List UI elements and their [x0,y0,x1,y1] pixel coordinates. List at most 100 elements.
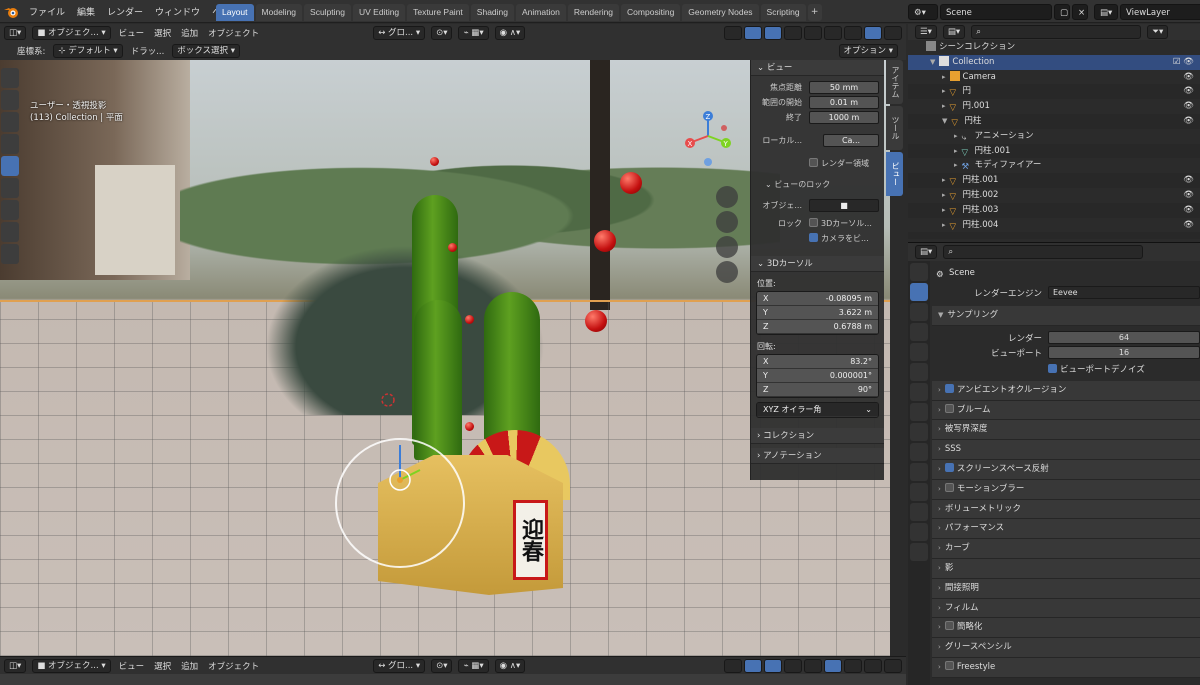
lower-menu-object[interactable]: オブジェクト [203,660,264,672]
lower-xray-icon[interactable] [784,658,802,673]
snap-dropdown[interactable]: ⌁ ▦▾ [458,26,489,40]
ao-checkbox[interactable] [944,383,954,393]
collection-tab-icon[interactable] [910,383,928,401]
indirect-lighting-panel-header[interactable]: › 間接照明 [932,578,1200,599]
viewlayer-type-icon[interactable]: ▤▾ [1094,3,1118,20]
sss-panel-header[interactable]: › SSS [932,440,1200,460]
render-engine-dropdown[interactable]: Eevee [1048,286,1200,299]
tab-modeling[interactable]: Modeling [255,4,303,21]
outliner-editor-type[interactable]: ☰▾ [915,25,937,39]
film-panel-header[interactable]: › フィルム [932,598,1200,619]
shading-solid-icon[interactable] [824,26,842,40]
material-tab-icon[interactable] [910,523,928,541]
eye-icon[interactable]: 👁 [1183,203,1194,218]
freestyle-panel-header[interactable]: › Freestyle [932,657,1200,678]
render-tab-icon[interactable] [910,283,928,301]
rotation-mode-dropdown[interactable]: XYZ オイラー角 ⌄ [756,402,879,418]
pivot-dropdown[interactable]: ⊙▾ [431,26,453,40]
xray-icon[interactable] [784,26,802,40]
collection-section-header[interactable]: › コレクション [751,428,884,444]
performance-panel-header[interactable]: › パフォーマンス [932,519,1200,540]
zoom-icon[interactable] [716,186,738,208]
motion-blur-panel-header[interactable]: › モーションブラー [932,479,1200,500]
rotate-tool-icon[interactable] [1,134,19,154]
lock-camera-checkbox[interactable] [809,233,818,242]
outliner-row[interactable]: ▸ ▽ 円.001 👁 [908,99,1200,114]
tab-layout[interactable]: Layout [216,4,254,21]
bloom-checkbox[interactable] [944,403,954,413]
3d-viewport[interactable]: ◫▾ ■ オブジェク... ▾ ビュー 選択 追加 オブジェクト ↔ グロ...… [0,24,906,656]
cursor-tool-icon[interactable] [1,90,19,110]
loc-z-field[interactable]: Z 0.6788 m [757,320,878,334]
eye-icon[interactable]: 👁 [1183,99,1194,114]
lower-snap-dropdown[interactable]: ⌁ ▦▾ [458,658,489,673]
add-workspace-button[interactable]: + [807,4,822,21]
tab-compositing[interactable]: Compositing [621,4,681,21]
scene-type-icon[interactable]: ⚙▾ [908,3,938,20]
lock-cursor-checkbox[interactable] [809,218,818,227]
properties-editor-type[interactable]: ▤▾ [915,245,938,259]
lower-transform-dropdown[interactable]: ↔ グロ... ▾ [373,658,426,673]
volumetric-panel-header[interactable]: › ボリューメトリック [932,499,1200,520]
dof-panel-header[interactable]: › 被写界深度 [932,420,1200,441]
scene-field[interactable]: Scene [940,3,1052,20]
particles-tab-icon[interactable] [910,443,928,461]
select-box-tool-icon[interactable] [1,68,19,88]
outliner-row[interactable]: ▸ Camera 👁 [908,69,1200,85]
tab-uv-editing[interactable]: UV Editing [353,4,406,21]
lower-shading-rendered-icon[interactable] [864,658,882,673]
annotation-section-header[interactable]: › アノテーション [751,448,884,464]
denoise-checkbox[interactable] [1048,363,1057,373]
focal-field[interactable]: 50 mm [809,81,879,94]
outliner-row[interactable]: ▼ Collection ☑ 👁 [908,54,1200,70]
select-mode-dropdown[interactable]: ボックス選択 ▾ [172,44,241,58]
world-tab-icon[interactable] [910,363,928,381]
outliner-row[interactable]: ▸ ⚒ モディファイアー [908,158,1200,174]
tab-view[interactable]: ビュー [886,152,903,196]
ssr-panel-header[interactable]: › スクリーンスペース反射 [932,459,1200,480]
annotate-tool-icon[interactable] [1,200,19,220]
shading-material-icon[interactable] [844,26,862,40]
lower-shading-options-icon[interactable] [884,658,902,673]
outliner-row[interactable]: ▸ ▽ 円柱.001 [908,144,1200,159]
texture-tab-icon[interactable] [910,543,928,561]
new-scene-icon[interactable]: ▢ [1054,3,1070,20]
options-dropdown[interactable]: オプション ▾ [838,44,898,58]
navigation-gizmo[interactable]: Z X Y [680,106,740,166]
gizmo-icon[interactable] [744,26,762,40]
menu-add[interactable]: 追加 [176,27,203,39]
shading-options-icon[interactable] [884,26,902,40]
view-section-header[interactable]: ⌄ ビュー [751,60,884,76]
tab-item[interactable]: アイテム [886,60,903,104]
grease-pencil-panel-header[interactable]: › グリースペンシル [932,638,1200,658]
lower-mode-dropdown[interactable]: ■ オブジェク... ▾ [32,658,111,673]
menu-edit[interactable]: 編集 [71,5,101,18]
outliner-row[interactable]: ▸ ▽ 円 👁 [908,84,1200,99]
eye-icon[interactable]: 👁 [1183,70,1194,85]
tab-sculpting[interactable]: Sculpting [304,4,351,21]
shading-rendered-icon[interactable] [864,26,882,40]
outliner-row[interactable]: ▸ ▽ 円柱.002 👁 [908,187,1200,203]
simplify-checkbox[interactable] [944,621,954,631]
rot-z-field[interactable]: Z 90° [757,383,878,397]
curves-panel-header[interactable]: › カーブ [932,539,1200,559]
view-layer-tab-icon[interactable] [910,323,928,341]
tab-tool[interactable]: ツール [886,106,903,150]
delete-scene-icon[interactable]: × [1072,3,1088,20]
add-cube-tool-icon[interactable] [1,244,19,264]
sampling-panel-header[interactable]: ▼ サンプリング [932,306,1200,326]
scene-collection-row[interactable]: シーンコレクション [908,40,1200,55]
clip-start-field[interactable]: 0.01 m [809,96,879,109]
eye-icon[interactable]: 👁 [1183,173,1194,188]
viewport-samples-field[interactable]: 16 [1048,345,1200,359]
output-tab-icon[interactable] [910,303,928,321]
ao-panel-header[interactable]: › アンビエントオクルージョン [932,380,1200,401]
blender-logo-icon[interactable] [3,5,23,19]
object-tab-icon[interactable] [910,403,928,421]
view-lock-header[interactable]: ⌄ ビューのロック [751,177,884,192]
lock-object-field[interactable]: ■ [809,199,879,212]
ssr-checkbox[interactable] [944,462,954,472]
editor-type-dropdown[interactable]: ◫▾ [4,26,27,40]
viewlayer-field[interactable]: ViewLayer [1120,3,1200,20]
lower-shading-solid-icon[interactable] [824,658,842,673]
